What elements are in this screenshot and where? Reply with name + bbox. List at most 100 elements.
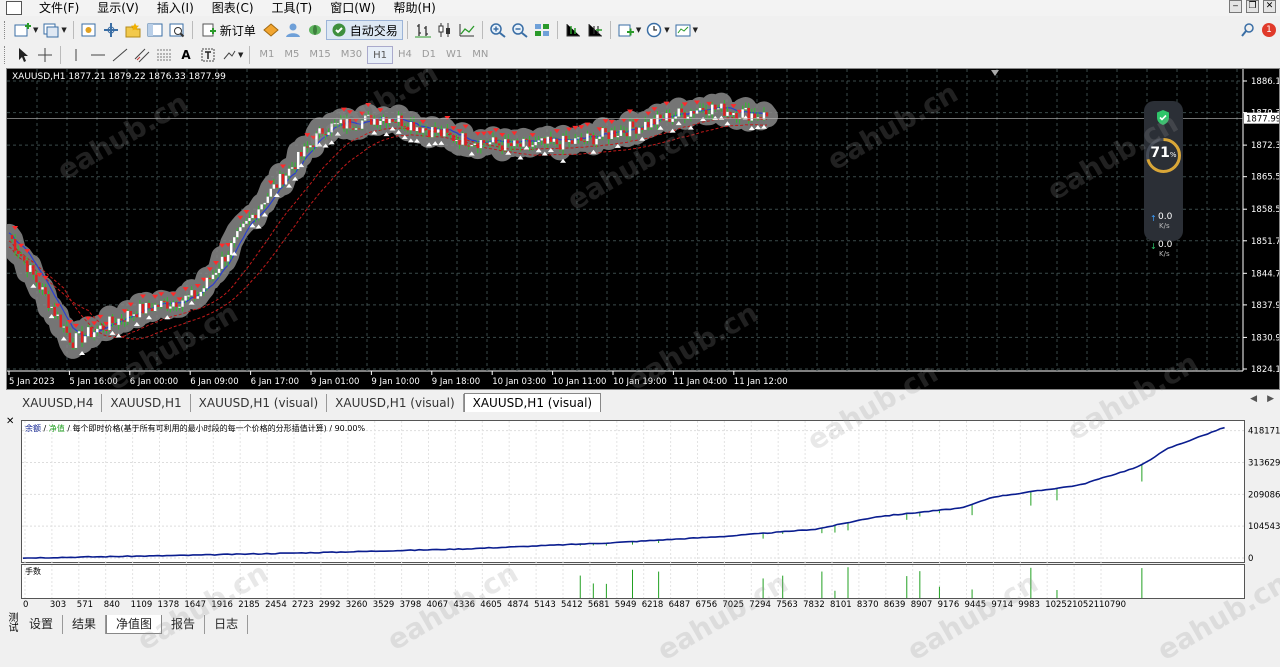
price-chart[interactable]: 1886.101879.301872.301865.501858.501851.… xyxy=(7,69,1280,390)
market-watch-button[interactable] xyxy=(78,20,100,40)
notification-badge[interactable]: 1 xyxy=(1262,23,1276,37)
chart-tab[interactable]: XAUUSD,H4 xyxy=(14,394,103,412)
search-icon[interactable] xyxy=(1240,22,1256,38)
network-monitor-widget[interactable]: 71% ↑ 0.0 K/s ↓ 0.0 K/s xyxy=(1144,101,1183,258)
menu-file[interactable]: 文件(F) xyxy=(30,0,88,16)
candle xyxy=(376,118,379,125)
strategy-tester-button[interactable] xyxy=(166,20,188,40)
timeframe-h1[interactable]: H1 xyxy=(367,46,393,64)
toolbar-grip[interactable] xyxy=(4,21,8,39)
candlestick-button[interactable] xyxy=(434,20,456,40)
text-tool[interactable]: A xyxy=(175,45,197,65)
equity-chart[interactable]: 418171 313629 209086 104543 0 0 303 571 840 1109 1… xyxy=(21,420,1280,615)
menu-insert[interactable]: 插入(I) xyxy=(148,0,203,16)
candle xyxy=(26,260,29,272)
candle xyxy=(293,167,297,169)
tab-graph[interactable]: 净值图 xyxy=(106,614,163,634)
candle xyxy=(44,287,47,295)
x-tick-label: 3798 xyxy=(400,600,422,610)
profiles-icon xyxy=(43,23,59,38)
tile-windows-button[interactable] xyxy=(531,20,553,40)
navigator-button[interactable] xyxy=(122,20,144,40)
new-order-button[interactable]: 新订单 xyxy=(197,20,260,40)
timeframe-mn[interactable]: MN xyxy=(467,46,493,64)
community-button[interactable] xyxy=(304,20,326,40)
menu-charts[interactable]: 图表(C) xyxy=(203,0,263,16)
vertical-line-tool[interactable] xyxy=(65,45,87,65)
candle xyxy=(144,302,148,314)
menu-view[interactable]: 显示(V) xyxy=(88,0,148,16)
candle xyxy=(126,310,129,322)
trendline-icon xyxy=(112,48,128,62)
cursor-tool[interactable] xyxy=(12,45,34,65)
timeframe-d1[interactable]: D1 xyxy=(417,46,441,64)
minimize-button[interactable]: ‒ xyxy=(1229,0,1242,13)
x-tick-label: 5949 xyxy=(615,600,637,610)
tab-results[interactable]: 结果 xyxy=(63,614,107,634)
toolbar-grip[interactable] xyxy=(4,46,8,64)
restore-button[interactable]: ❐ xyxy=(1246,0,1259,13)
autotrading-button[interactable]: 自动交易 xyxy=(325,20,403,40)
timeframe-h4[interactable]: H4 xyxy=(393,46,417,64)
text-label-tool[interactable] xyxy=(197,45,219,65)
chart-shift-icon xyxy=(566,24,580,37)
line-chart-button[interactable] xyxy=(456,20,478,40)
timeframe-w1[interactable]: W1 xyxy=(441,46,467,64)
price-tick-label: 1851.70 xyxy=(1251,237,1280,247)
chart-tab[interactable]: XAUUSD,H1 (visual) xyxy=(191,394,328,412)
x-tick-label: 4874 xyxy=(507,600,529,610)
close-button[interactable]: ✕ xyxy=(1263,0,1276,13)
channel-tool[interactable] xyxy=(131,45,153,65)
x-tick-label: 4336 xyxy=(453,600,475,610)
menu-window[interactable]: 窗口(W) xyxy=(321,0,384,16)
bar-chart-button[interactable] xyxy=(412,20,434,40)
candle xyxy=(363,115,367,121)
chart-shift-button[interactable] xyxy=(562,20,584,40)
zoom-out-button[interactable] xyxy=(509,20,531,40)
x-tick-label: 10252 xyxy=(1045,600,1072,610)
zoom-in-button[interactable] xyxy=(487,20,509,40)
candle xyxy=(659,114,662,119)
scroll-left-icon[interactable]: ◀ xyxy=(1250,394,1257,404)
price-chart-window[interactable]: 1886.101879.301872.301865.501858.501851.… xyxy=(6,68,1280,390)
new-order-label: 新订单 xyxy=(219,23,256,38)
signals-button[interactable] xyxy=(282,20,304,40)
profiles-button[interactable]: ▼ xyxy=(40,20,68,40)
menu-tools[interactable]: 工具(T) xyxy=(263,0,322,16)
candle xyxy=(129,310,132,316)
horizontal-line-tool[interactable] xyxy=(87,45,109,65)
candle xyxy=(230,243,233,255)
candle xyxy=(138,303,142,318)
tab-report[interactable]: 报告 xyxy=(162,614,206,634)
chart-tab[interactable]: XAUUSD,H1 (visual) xyxy=(327,394,464,412)
candle xyxy=(644,121,647,130)
diamond-icon xyxy=(263,23,279,37)
templates-button[interactable]: ▼ xyxy=(672,20,700,40)
candle xyxy=(586,133,589,141)
close-icon[interactable]: ✕ xyxy=(6,416,14,427)
crosshair-tool[interactable] xyxy=(34,45,56,65)
chart-tab-active[interactable]: XAUUSD,H1 (visual) xyxy=(463,393,602,412)
terminal-button[interactable] xyxy=(144,20,166,40)
data-window-button[interactable] xyxy=(100,20,122,40)
indicators-button[interactable]: ▼ xyxy=(615,20,643,40)
timeframe-m5[interactable]: M5 xyxy=(279,46,304,64)
menu-help[interactable]: 帮助(H) xyxy=(384,0,444,16)
timeframe-m1[interactable]: M1 xyxy=(254,46,279,64)
arrows-tool[interactable]: ▼ xyxy=(219,45,245,65)
autoscroll-button[interactable] xyxy=(584,20,606,40)
candle xyxy=(290,167,294,169)
new-chart-button[interactable]: ▼ xyxy=(12,20,40,40)
scroll-right-icon[interactable]: ▶ xyxy=(1267,394,1274,404)
x-tick-label: 303 xyxy=(50,600,66,610)
tab-journal[interactable]: 日志 xyxy=(205,614,249,634)
trendline-tool[interactable] xyxy=(109,45,131,65)
chart-tab[interactable]: XAUUSD,H1 xyxy=(102,394,191,412)
timeframe-m15[interactable]: M15 xyxy=(304,46,335,64)
periods-button[interactable]: ▼ xyxy=(643,20,671,40)
timeframe-m30[interactable]: M30 xyxy=(336,46,367,64)
metaeditor-button[interactable] xyxy=(260,20,282,40)
x-tick-label: 4605 xyxy=(480,600,502,610)
tab-settings[interactable]: 设置 xyxy=(20,614,64,634)
fibonacci-tool[interactable] xyxy=(153,45,175,65)
